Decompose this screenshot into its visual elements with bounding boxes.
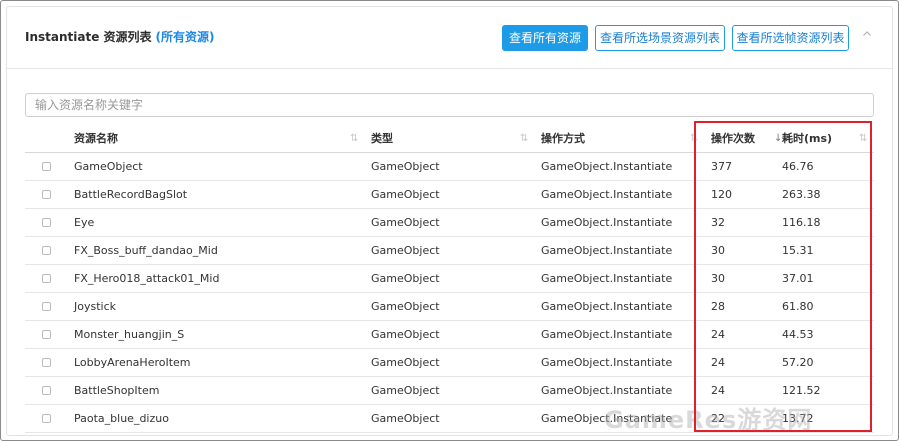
panel-title-text: Instantiate 资源列表 — [25, 30, 152, 44]
cell-type: GameObject — [371, 244, 440, 257]
cell-time: 263.38 — [782, 188, 821, 201]
cell-name: LobbyArenaHeroItem — [74, 356, 191, 369]
cell-time: 61.80 — [782, 300, 814, 313]
panel-header: Instantiate 资源列表 (所有资源) 查看所有资源 查看所选场景资源列表… — [7, 7, 892, 69]
watermark-logo: GameRes游资网 — [604, 406, 813, 434]
column-header-op[interactable]: 操作方式 — [541, 125, 585, 153]
cell-count: 32 — [711, 216, 725, 229]
cell-name: Paota_blue_dizuo — [74, 412, 169, 425]
cell-name: FX_Boss_buff_dandao_Mid — [74, 244, 218, 257]
search-input[interactable] — [26, 94, 873, 116]
cell-op: GameObject.Instantiate — [541, 216, 673, 229]
cell-type: GameObject — [371, 412, 440, 425]
cell-name: BattleRecordBagSlot — [74, 188, 188, 201]
cell-time: 57.20 — [782, 356, 814, 369]
table-body: GameObject GameObject GameObject.Instantia… — [25, 153, 874, 433]
table-row[interactable]: Eye GameObject GameObject.Instantiate 32 116… — [25, 209, 874, 237]
column-header-time[interactable]: 耗时(ms) — [782, 125, 832, 153]
table-header: 资源名称 ⇅ 类型 ⇅ 操作方式 ⇅ 操作次数 ↓≡ 耗时(ms) ⇅ — [25, 125, 874, 153]
panel-subtitle: (所有资源) — [155, 30, 215, 44]
cell-type: GameObject — [371, 160, 440, 173]
panel-title: Instantiate 资源列表 (所有资源) — [25, 28, 215, 45]
cell-time: 44.53 — [782, 328, 814, 341]
row-checkbox[interactable] — [42, 162, 51, 171]
chevron-up-icon[interactable] — [860, 29, 874, 43]
cell-op: GameObject.Instantiate — [541, 160, 673, 173]
row-checkbox[interactable] — [42, 190, 51, 199]
row-checkbox[interactable] — [42, 246, 51, 255]
column-header-type[interactable]: 类型 — [371, 125, 393, 153]
sort-icon[interactable]: ⇅ — [350, 125, 358, 153]
cell-count: 30 — [711, 272, 725, 285]
row-checkbox[interactable] — [42, 386, 51, 395]
table-row[interactable]: BattleRecordBagSlot GameObject GameObject.… — [25, 181, 874, 209]
cell-type: GameObject — [371, 272, 440, 285]
cell-time: 37.01 — [782, 272, 814, 285]
table-row[interactable]: GameObject GameObject GameObject.Instantia… — [25, 153, 874, 181]
cell-name: Joystick — [74, 300, 117, 313]
table-row[interactable]: FX_Hero018_attack01_Mid GameObject GameObj… — [25, 265, 874, 293]
cell-time: 116.18 — [782, 216, 821, 229]
table-row[interactable]: FX_Boss_buff_dandao_Mid GameObject GameObj… — [25, 237, 874, 265]
cell-count: 24 — [711, 356, 725, 369]
view-scene-resources-button[interactable]: 查看所选场景资源列表 — [595, 25, 725, 51]
table-row[interactable]: Joystick GameObject GameObject.Instantiate… — [25, 293, 874, 321]
cell-name: BattleShopItem — [74, 384, 160, 397]
cell-op: GameObject.Instantiate — [541, 356, 673, 369]
cell-time: 46.76 — [782, 160, 814, 173]
cell-count: 28 — [711, 300, 725, 313]
row-checkbox[interactable] — [42, 302, 51, 311]
cell-op: GameObject.Instantiate — [541, 328, 673, 341]
row-checkbox[interactable] — [42, 330, 51, 339]
row-checkbox[interactable] — [42, 414, 51, 423]
screenshot-frame: Instantiate 资源列表 (所有资源) 查看所有资源 查看所选场景资源列表… — [0, 0, 899, 441]
table-row[interactable]: LobbyArenaHeroItem GameObject GameObject.I… — [25, 349, 874, 377]
cell-name: FX_Hero018_attack01_Mid — [74, 272, 220, 285]
cell-type: GameObject — [371, 384, 440, 397]
table-row[interactable]: Monster_huangjin_S GameObject GameObject.I… — [25, 321, 874, 349]
cell-type: GameObject — [371, 216, 440, 229]
cell-count: 377 — [711, 160, 732, 173]
row-checkbox[interactable] — [42, 274, 51, 283]
cell-type: GameObject — [371, 356, 440, 369]
cell-time: 15.31 — [782, 244, 814, 257]
resource-panel: Instantiate 资源列表 (所有资源) 查看所有资源 查看所选场景资源列表… — [6, 6, 893, 436]
cell-op: GameObject.Instantiate — [541, 300, 673, 313]
cell-op: GameObject.Instantiate — [541, 244, 673, 257]
row-checkbox[interactable] — [42, 358, 51, 367]
view-frame-resources-button[interactable]: 查看所选帧资源列表 — [732, 25, 849, 51]
sort-icon[interactable]: ⇅ — [859, 125, 867, 153]
cell-type: GameObject — [371, 300, 440, 313]
cell-count: 120 — [711, 188, 732, 201]
cell-type: GameObject — [371, 188, 440, 201]
column-header-count[interactable]: 操作次数 — [711, 125, 755, 153]
sort-icon[interactable]: ⇅ — [690, 125, 698, 153]
cell-name: GameObject — [74, 160, 143, 173]
cell-count: 30 — [711, 244, 725, 257]
search-field[interactable] — [25, 93, 874, 117]
cell-name: Monster_huangjin_S — [74, 328, 185, 341]
cell-type: GameObject — [371, 328, 440, 341]
sort-icon[interactable]: ⇅ — [520, 125, 528, 153]
view-all-resources-button[interactable]: 查看所有资源 — [502, 25, 588, 51]
cell-op: GameObject.Instantiate — [541, 188, 673, 201]
resource-table: 资源名称 ⇅ 类型 ⇅ 操作方式 ⇅ 操作次数 ↓≡ 耗时(ms) ⇅ Game… — [25, 125, 874, 433]
cell-name: Eye — [74, 216, 95, 229]
cell-op: GameObject.Instantiate — [541, 272, 673, 285]
column-header-name[interactable]: 资源名称 — [74, 125, 118, 153]
row-checkbox[interactable] — [42, 218, 51, 227]
cell-count: 24 — [711, 328, 725, 341]
